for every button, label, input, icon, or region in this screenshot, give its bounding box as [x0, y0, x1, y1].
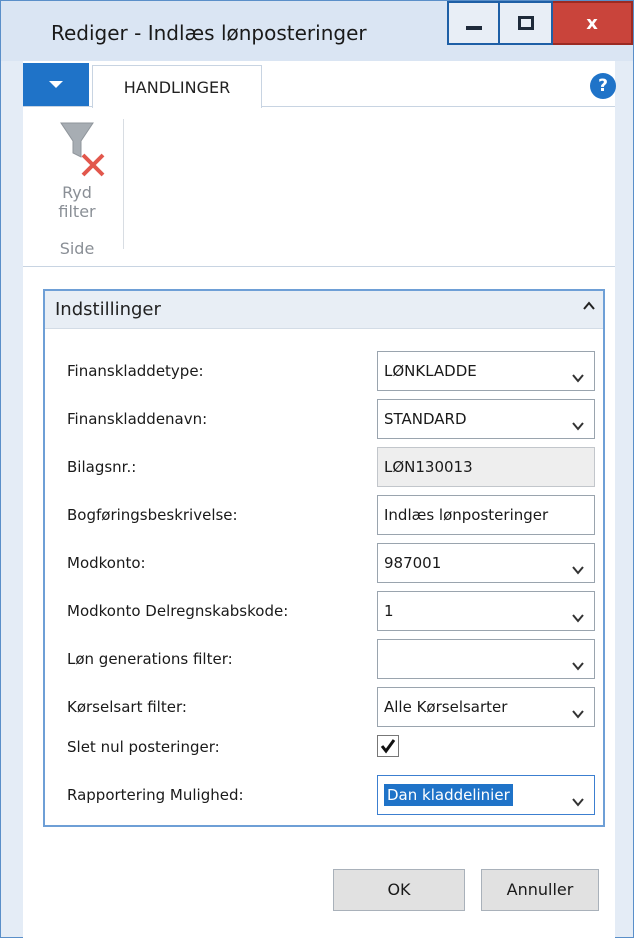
chevron-down-icon[interactable] [570, 698, 586, 719]
maximize-icon [517, 16, 534, 30]
readonly-field: LØN130013 [377, 447, 595, 487]
field-value: 987001 [384, 554, 442, 572]
tab-handlinger[interactable]: HANDLINGER [92, 65, 262, 108]
dropdown-field[interactable] [377, 639, 595, 679]
chevron-down-icon[interactable] [570, 650, 586, 671]
field-label: Modkonto Delregnskabskode: [67, 602, 289, 620]
dropdown-field[interactable]: 987001 [377, 543, 595, 583]
dropdown-field[interactable]: LØNKLADDE [377, 351, 595, 391]
delete-zero-postings-checkbox[interactable] [377, 735, 399, 757]
window-title: Rediger - Indlæs lønposteringer [51, 21, 367, 45]
field-value: Dan kladdelinier [384, 784, 513, 806]
panel-title: Indstillinger [55, 299, 161, 320]
dropdown-arrow-icon [49, 81, 63, 88]
chevron-down-icon[interactable] [570, 410, 586, 431]
help-icon[interactable]: ? [590, 73, 616, 99]
cancel-button[interactable]: Annuller [481, 869, 599, 911]
field-label: Bilagsnr.: [67, 458, 137, 476]
field-label: Bogføringsbeskrivelse: [67, 506, 238, 524]
text-field[interactable]: Indlæs lønposteringer [377, 495, 595, 535]
clear-filter-label-2: filter [58, 202, 96, 221]
minimize-button[interactable] [447, 1, 500, 45]
chevron-up-icon[interactable] [579, 299, 599, 319]
chevron-down-icon[interactable] [570, 602, 586, 623]
chevron-down-icon[interactable] [570, 362, 586, 383]
field-label: Finanskladdetype: [67, 362, 204, 380]
ribbon-group-label: Side [59, 239, 95, 258]
dropdown-field[interactable]: 1 [377, 591, 595, 631]
panel-header[interactable]: Indstillinger [45, 291, 603, 329]
app-menu-button[interactable] [23, 63, 89, 106]
field-value: LØN130013 [384, 458, 473, 476]
maximize-button[interactable] [500, 1, 553, 45]
field-label: Løn generations filter: [67, 650, 233, 668]
field-label: Rapportering Mulighed: [67, 786, 244, 804]
field-label: Kørselsart filter: [67, 698, 187, 716]
field-label: Finanskladdenavn: [67, 410, 208, 428]
close-button[interactable]: x [553, 1, 633, 45]
ribbon-separator [123, 119, 124, 249]
field-value: Indlæs lønposteringer [384, 506, 549, 524]
field-value: 1 [384, 602, 394, 620]
field-value: LØNKLADDE [384, 362, 477, 380]
close-icon: x [586, 12, 598, 34]
field-value: STANDARD [384, 410, 467, 428]
dialog-client: HANDLINGER ? Ryd filter Side Indstilling… [23, 61, 616, 938]
dropdown-field[interactable]: STANDARD [377, 399, 595, 439]
dropdown-field[interactable]: Dan kladdelinier [377, 775, 595, 815]
field-label: Modkonto: [67, 554, 146, 572]
dialog-window: Rediger - Indlæs lønposteringer x HANDLI… [0, 0, 634, 938]
clear-filter-button[interactable]: Ryd filter [47, 183, 107, 221]
field-value: Alle Kørselsarter [384, 698, 508, 716]
chevron-down-icon[interactable] [570, 554, 586, 575]
ribbon: Ryd filter Side [23, 107, 615, 267]
title-bar[interactable]: Rediger - Indlæs lønposteringer x [1, 1, 633, 61]
clear-filter-label-1: Ryd [62, 183, 92, 202]
checkmark-icon [380, 739, 396, 754]
minimize-icon [465, 26, 482, 30]
ribbon-tabstrip: HANDLINGER ? [23, 61, 616, 108]
clear-filter-icon[interactable] [47, 119, 107, 181]
dropdown-field[interactable]: Alle Kørselsarter [377, 687, 595, 727]
chevron-down-icon[interactable] [570, 786, 586, 807]
ok-button[interactable]: OK [333, 869, 465, 911]
field-label: Slet nul posteringer: [67, 738, 220, 756]
settings-panel: Indstillinger Finanskladdetype: LØNKLADDE… [43, 289, 605, 827]
